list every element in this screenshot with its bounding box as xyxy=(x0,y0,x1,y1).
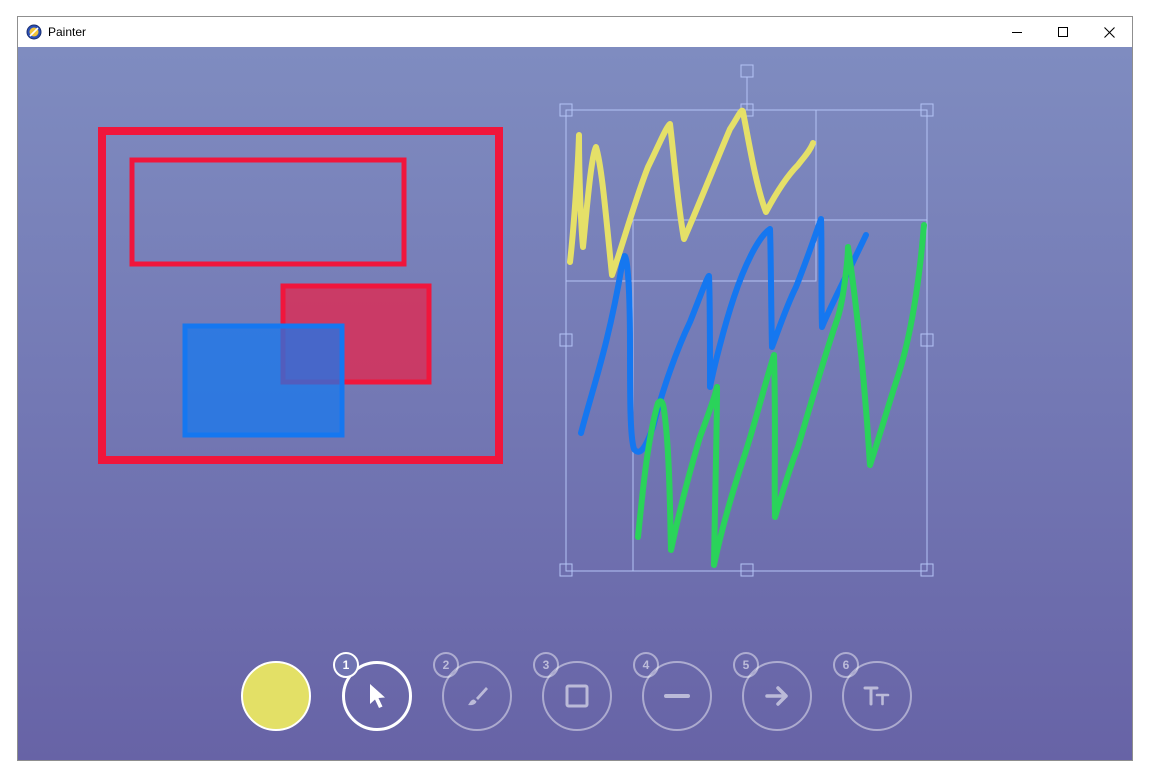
maximize-button[interactable] xyxy=(1040,17,1086,47)
tool-text-button[interactable]: 6 xyxy=(833,652,912,731)
color-picker-button[interactable] xyxy=(241,661,311,731)
tool-line-button[interactable]: 4 xyxy=(633,652,712,731)
close-icon xyxy=(1103,26,1115,38)
minimize-button[interactable] xyxy=(994,17,1040,47)
green-freehand-stroke[interactable] xyxy=(635,222,927,568)
tool-select-button[interactable]: 1 xyxy=(333,652,412,731)
tool-brush-button[interactable]: 2 xyxy=(433,652,512,731)
tool-number-badge: 3 xyxy=(533,652,559,678)
selection-outer-box xyxy=(565,109,928,572)
blue-freehand-stroke[interactable] xyxy=(578,216,869,455)
yellow-freehand-stroke[interactable] xyxy=(567,107,816,278)
tool-number-badge: 1 xyxy=(333,652,359,678)
tool-number-badge: 5 xyxy=(733,652,759,678)
blue-filled-rectangle[interactable] xyxy=(182,323,345,438)
title-bar[interactable]: Painter xyxy=(18,17,1132,47)
minimize-icon xyxy=(1012,32,1022,33)
tool-number-badge: 2 xyxy=(433,652,459,678)
tool-rectangle-button[interactable]: 3 xyxy=(533,652,612,731)
painter-window: Painter 1 2 3 4 5 6 xyxy=(17,16,1133,761)
window-title: Painter xyxy=(48,25,87,39)
app-icon xyxy=(26,24,42,40)
rotate-handle[interactable] xyxy=(740,64,754,78)
drawing-layer[interactable] xyxy=(18,47,1132,760)
tool-arrow-button[interactable]: 5 xyxy=(733,652,812,731)
close-button[interactable] xyxy=(1086,17,1132,47)
tool-number-badge: 6 xyxy=(833,652,859,678)
handle-bottom-center[interactable] xyxy=(740,563,754,577)
maximize-icon xyxy=(1058,27,1068,37)
red-inner-rectangle[interactable] xyxy=(129,157,407,267)
tool-number-badge: 4 xyxy=(633,652,659,678)
drawing-canvas[interactable]: 1 2 3 4 5 6 xyxy=(18,47,1132,760)
